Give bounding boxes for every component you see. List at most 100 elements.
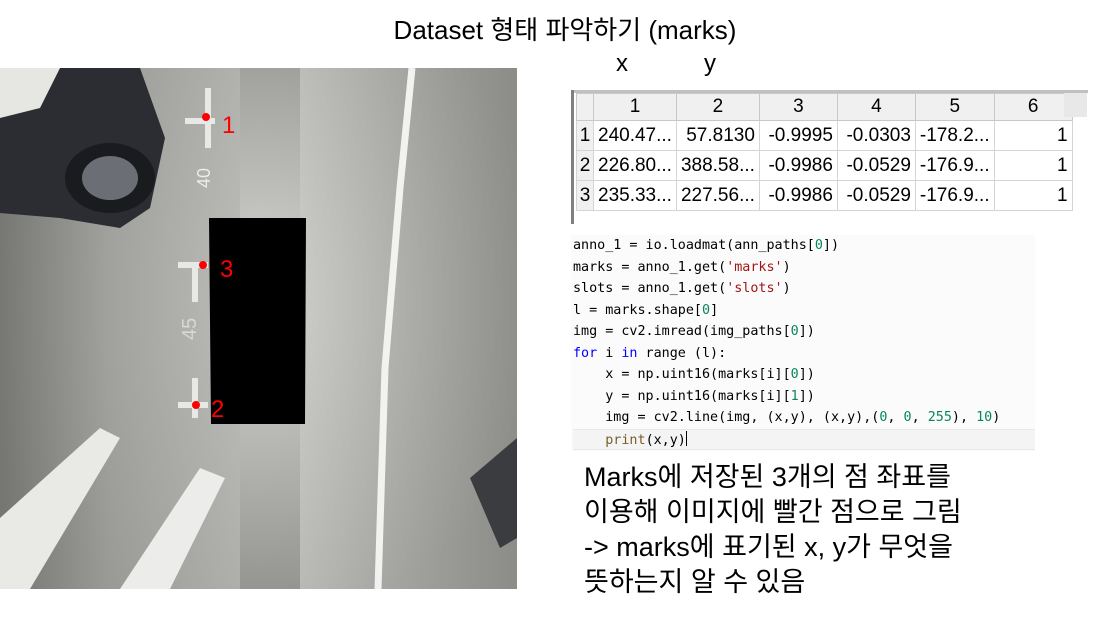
code-text: ) (992, 410, 1001, 425)
table-cell[interactable]: -176.9... (914, 150, 995, 181)
table-cell[interactable]: 235.33... (593, 180, 677, 211)
code-text: x = np.uint16(marks[i][ (573, 367, 791, 382)
row-header[interactable]: 1 (576, 120, 594, 151)
code-text: img = cv2.line(img, (x,y), (x,y),( (573, 410, 880, 425)
text-caret (685, 430, 687, 446)
code-text: ]) (822, 238, 840, 253)
column-header[interactable]: 4 (836, 93, 916, 121)
mark-point-1 (202, 113, 210, 121)
code-number: 255 (927, 410, 952, 425)
table-cell[interactable]: 1 (993, 180, 1073, 211)
table-row: 1 240.47... 57.8130 -0.9995 -0.0303 -178… (576, 120, 1073, 151)
code-keyword: in (621, 345, 638, 361)
code-text: ]) (798, 367, 815, 382)
column-label-y: y (704, 50, 716, 77)
code-text: ]) (798, 388, 815, 404)
code-line: marks = anno_1.get('marks') (573, 257, 1035, 279)
code-keyword: for (573, 345, 598, 361)
table-cell[interactable]: -176.9... (914, 180, 995, 211)
table-cell[interactable]: 388.58... (675, 150, 760, 181)
parking-image-svg: 40 45 1 3 2 (0, 68, 517, 589)
code-line: img = cv2.imread(img_paths[0]) (573, 321, 1035, 343)
code-text: ) (782, 281, 791, 296)
note-line: 이용해 이미지에 빨간 점으로 그림 (584, 497, 962, 527)
parking-slot-image: 40 45 1 3 2 (0, 68, 517, 589)
viewer-left-border (571, 90, 574, 224)
code-line: slots = anno_1.get('slots') (573, 278, 1035, 300)
code-text: (x,y) (645, 432, 686, 448)
header-filler (1064, 93, 1087, 117)
code-number: 0 (814, 238, 823, 253)
code-text: i (597, 345, 622, 361)
row-header[interactable]: 3 (576, 180, 594, 211)
floor-number-40: 40 (194, 168, 214, 188)
column-header[interactable]: 2 (675, 93, 760, 121)
code-line-current: print(x,y) (573, 428, 1035, 450)
code-line: img = cv2.line(img, (x,y), (x,y),(0, 0, … (573, 407, 1035, 429)
table-row: 2 226.80... 388.58... -0.9986 -0.0529 -1… (576, 150, 1073, 181)
column-label-x: x (616, 50, 628, 77)
code-number: 0 (702, 302, 711, 318)
variable-viewer: 1 2 3 4 5 6 1 240.47... 57.8130 -0.9995 … (571, 90, 1088, 224)
code-text: , (911, 410, 928, 425)
code-text: y = np.uint16(marks[i][ (573, 388, 791, 404)
column-header[interactable]: 5 (914, 93, 995, 121)
code-text: ] (710, 302, 719, 318)
note-line: Marks에 저장된 3개의 점 좌표를 (584, 462, 951, 492)
code-text: ) (782, 259, 791, 275)
code-text: slots = anno_1.get( (573, 281, 727, 296)
code-editor[interactable]: anno_1 = io.loadmat(ann_paths[0]) marks … (571, 235, 1035, 451)
code-line: l = marks.shape[0] (573, 300, 1035, 322)
corner-header (576, 93, 594, 121)
table-cell[interactable]: 226.80... (593, 150, 677, 181)
table-cell[interactable]: 1 (993, 150, 1073, 181)
code-line: y = np.uint16(marks[i][1]) (573, 386, 1035, 408)
table-cell[interactable]: 240.47... (593, 120, 677, 151)
mark-point-3 (199, 261, 207, 269)
code-text: anno_1 = io.loadmat(ann_paths[ (573, 238, 815, 253)
explanation-note: Marks에 저장된 3개의 점 좌표를 이용해 이미지에 빨간 점으로 그림 … (584, 460, 1044, 600)
code-text: ]) (798, 324, 815, 339)
code-text: ), (951, 410, 977, 425)
table-cell[interactable]: -0.0529 (836, 150, 916, 181)
table-cell[interactable]: -0.9986 (758, 180, 838, 211)
marks-table: 1 2 3 4 5 6 1 240.47... 57.8130 -0.9995 … (576, 93, 1073, 211)
table-cell[interactable]: 1 (993, 120, 1073, 151)
code-string: 'marks' (726, 259, 783, 275)
code-text: img = cv2.imread(img_paths[ (573, 324, 791, 339)
code-number: 0 (790, 367, 799, 382)
table-cell[interactable]: -178.2... (914, 120, 995, 151)
code-text: marks = anno_1.get( (573, 259, 727, 275)
mark-label-3: 3 (220, 256, 233, 283)
note-line: 뜻하는지 알 수 있음 (584, 567, 806, 597)
code-line: for i in range (l): (573, 343, 1035, 365)
masked-vehicle (209, 218, 306, 424)
column-header[interactable]: 1 (593, 93, 677, 121)
code-function: print (605, 432, 646, 448)
slide-title: Dataset 형태 파악하기 (marks) (393, 15, 737, 45)
code-text: l = marks.shape[ (573, 302, 702, 318)
floor-number-45: 45 (179, 318, 201, 340)
code-text: , (887, 410, 904, 425)
code-number: 0 (790, 324, 799, 339)
code-string: 'slots' (726, 281, 783, 296)
table-cell[interactable]: -0.9986 (758, 150, 838, 181)
code-number: 1 (790, 388, 799, 404)
table-cell[interactable]: 57.8130 (675, 120, 760, 151)
code-text: range (l): (637, 345, 727, 361)
table-cell[interactable]: -0.9995 (758, 120, 838, 151)
note-line: -> marks에 표기된 x, y가 무엇을 (584, 532, 953, 562)
code-line: x = np.uint16(marks[i][0]) (573, 364, 1035, 386)
column-header[interactable]: 3 (758, 93, 838, 121)
column-header[interactable]: 6 (993, 93, 1073, 121)
table-cell[interactable]: -0.0303 (836, 120, 916, 151)
table-cell[interactable]: -0.0529 (836, 180, 916, 211)
row-header[interactable]: 2 (576, 150, 594, 181)
mark-label-2: 2 (211, 396, 224, 423)
code-number: 10 (976, 410, 993, 425)
table-cell[interactable]: 227.56... (675, 180, 760, 211)
mark-point-2 (192, 401, 200, 409)
code-line: anno_1 = io.loadmat(ann_paths[0]) (573, 235, 1035, 257)
table-row: 3 235.33... 227.56... -0.9986 -0.0529 -1… (576, 180, 1073, 211)
